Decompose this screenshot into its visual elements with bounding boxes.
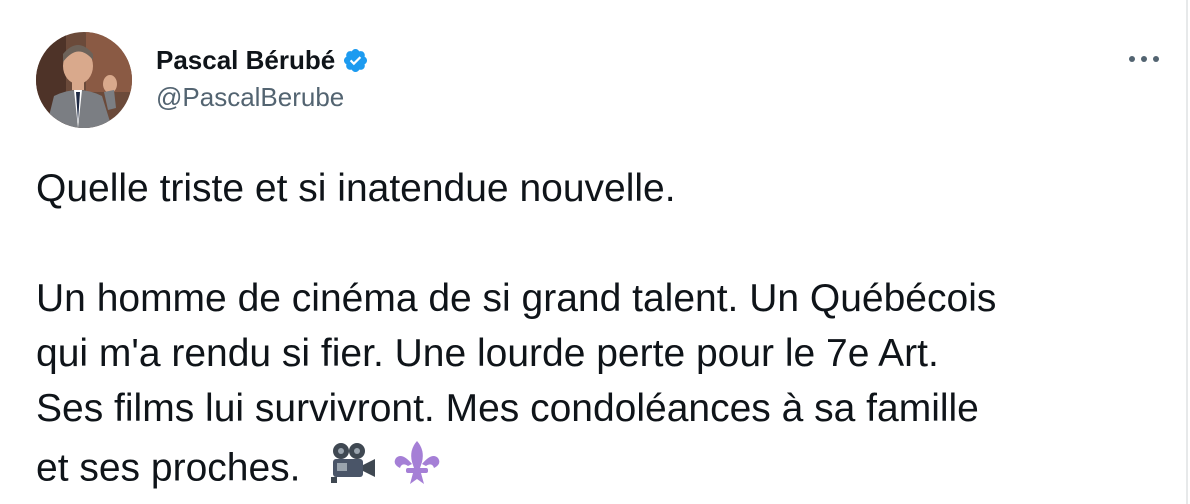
movie-camera-icon [325, 441, 377, 499]
fleur-de-lis-icon [392, 438, 442, 502]
tweet-card: Pascal Bérubé @PascalBerube Quelle trist… [0, 0, 1188, 504]
tweet-text-line: et ses proches. [36, 446, 301, 490]
more-options-button[interactable] [1124, 44, 1164, 74]
author-display-name[interactable]: Pascal Bérubé [156, 45, 335, 76]
author-handle[interactable]: @PascalBerube [156, 82, 344, 113]
tweet-text-last-line: et ses proches. [36, 438, 1166, 502]
more-horizontal-icon [1129, 56, 1159, 62]
tweet-text-line: qui m'a rendu si fier. Une lourde perte … [36, 332, 939, 375]
tweet-text-line: Ses films lui survivront. Mes condoléanc… [36, 387, 979, 430]
avatar-photo [36, 32, 132, 128]
tweet-text-line: Un homme de cinéma de si grand talent. U… [36, 277, 997, 320]
author-name-row: Pascal Bérubé [156, 42, 369, 78]
verified-badge-icon [342, 47, 369, 74]
tweet-text-line: Quelle triste et si inatendue nouvelle. [36, 167, 676, 210]
avatar[interactable] [36, 32, 132, 128]
